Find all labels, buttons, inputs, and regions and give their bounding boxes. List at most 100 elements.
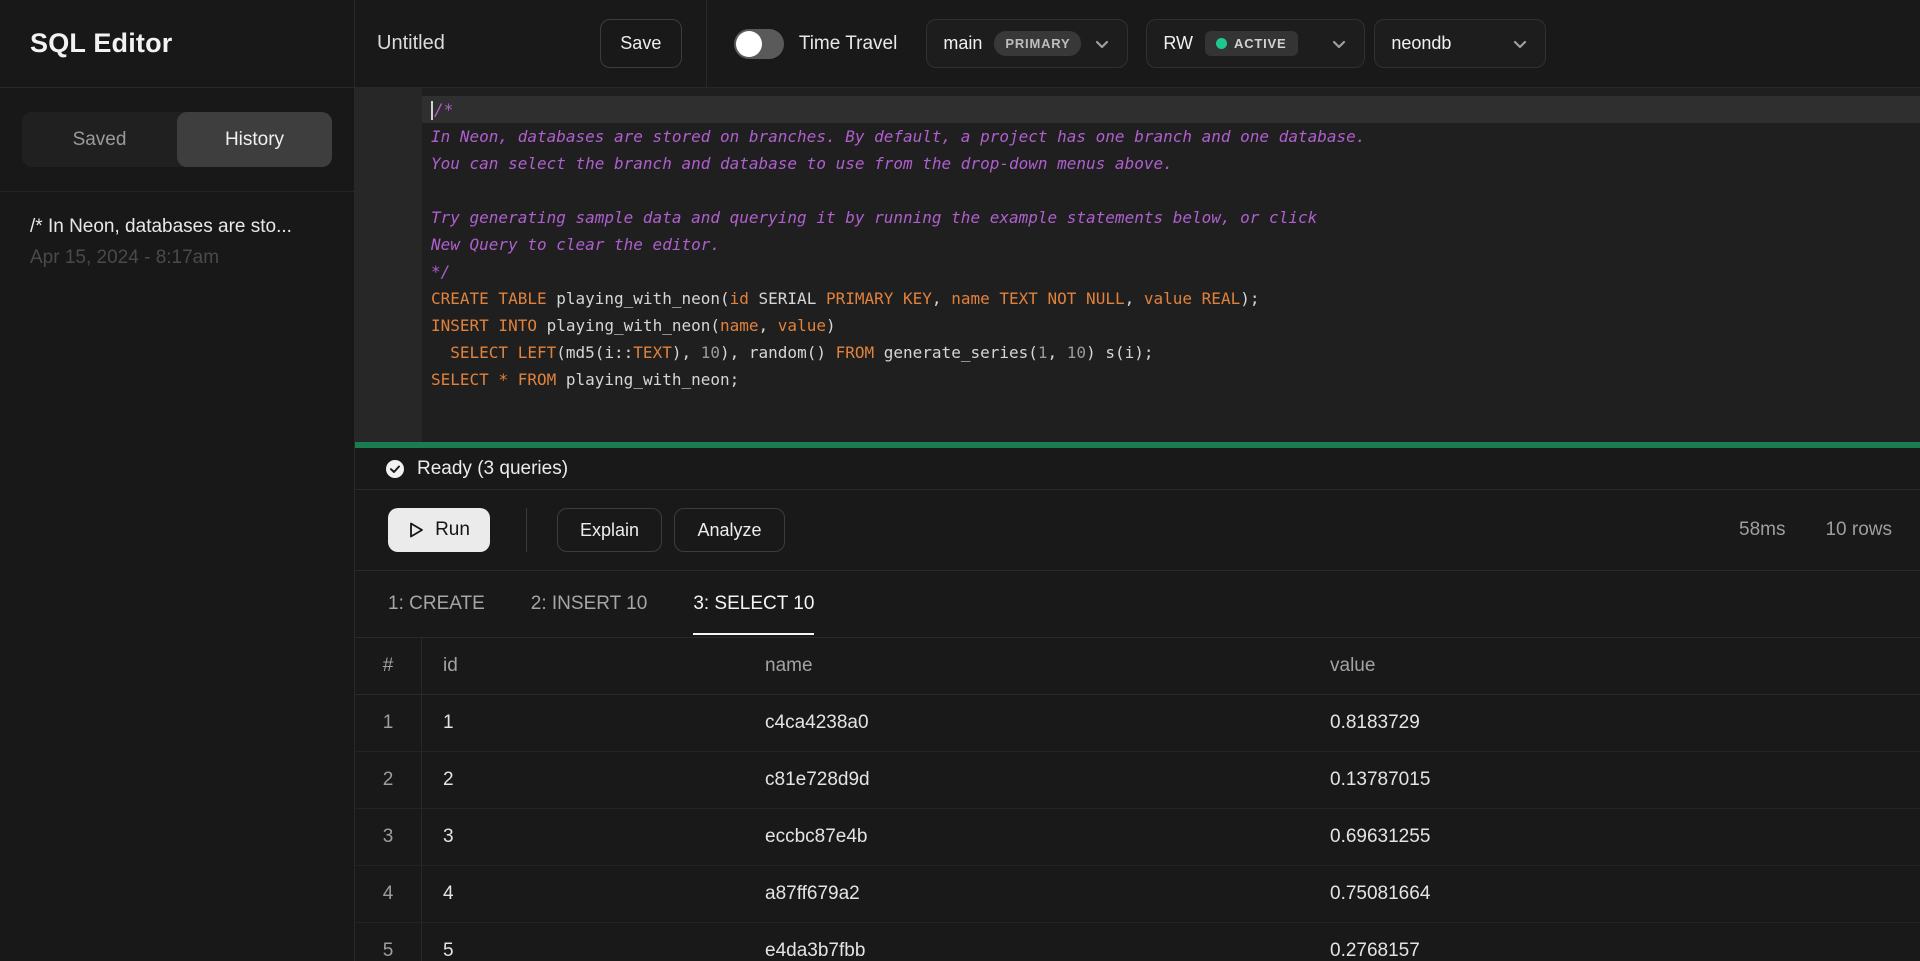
code-text: Try generating sample data and querying … [422,204,1317,231]
table-header-row: #idnamevalue [355,638,1920,695]
table-cell: 5 [355,923,422,961]
editor-gutter [355,88,422,442]
code-text: In Neon, databases are stored on branche… [422,123,1365,150]
results-table: #idnamevalue11c4ca4238a00.818372922c81e7… [355,638,1920,961]
sidebar-header: SQL Editor [0,0,354,88]
table-row: 55e4da3b7fbb0.2768157 [355,923,1920,961]
column-header: # [355,638,422,694]
page-title: SQL Editor [30,28,173,59]
code-line-3[interactable]: 3You can select the branch and database … [355,150,1920,177]
active-status-dot-icon [1216,38,1227,49]
table-cell: 1 [422,712,745,734]
database-name: neondb [1391,33,1451,54]
table-cell: c4ca4238a0 [745,712,1313,734]
status-bar: Ready (3 queries) [355,448,1920,490]
code-text: INSERT INTO playing_with_neon(name, valu… [422,312,836,339]
run-label: Run [435,519,470,541]
status-message: Ready (3 queries) [417,458,568,480]
column-header: name [745,655,1313,677]
run-button[interactable]: Run [388,508,490,552]
table-row: 11c4ca4238a00.8183729 [355,695,1920,752]
branch-primary-badge: PRIMARY [994,31,1081,56]
code-line-5[interactable]: 5Try generating sample data and querying… [355,204,1920,231]
compute-endpoint-dropdown[interactable]: RW ACTIVE [1146,19,1365,68]
sql-code-editor[interactable]: 1/*2In Neon, databases are stored on bra… [355,88,1920,442]
table-row: 22c81e728d9d0.13787015 [355,752,1920,809]
code-line-7[interactable]: 7*/ [355,258,1920,285]
code-line-4[interactable]: 4 [355,177,1920,204]
query-duration: 58ms [1739,519,1785,541]
topbar-divider [706,0,707,87]
saved-history-segmented-control: SavedHistory [22,112,332,167]
table-cell: 4 [422,883,745,905]
endpoint-status-label: ACTIVE [1234,36,1286,51]
history-item-timestamp: Apr 15, 2024 - 8:17am [30,247,324,269]
action-divider [526,508,527,552]
table-cell: a87ff679a2 [745,883,1313,905]
table-cell: 1 [355,695,422,751]
endpoint-status-badge: ACTIVE [1205,31,1297,56]
time-travel-label: Time Travel [799,33,898,55]
table-cell: 2 [422,769,745,791]
history-list: /* In Neon, databases are sto... Apr 15, … [0,192,354,269]
code-text: SELECT LEFT(md5(i::TEXT), 10), random() … [422,339,1154,366]
table-row: 44a87ff679a20.75081664 [355,866,1920,923]
table-cell: 0.69631255 [1313,826,1920,848]
text-cursor [431,101,433,120]
sidebar-tab-history[interactable]: History [177,112,332,167]
toggle-knob-icon [736,31,762,57]
table-cell: c81e728d9d [745,769,1313,791]
code-text: SELECT * FROM playing_with_neon; [422,366,739,393]
result-row-count: 10 rows [1825,519,1892,541]
explain-button[interactable]: Explain [557,508,662,552]
table-cell: 0.13787015 [1313,769,1920,791]
sidebar-tab-saved[interactable]: Saved [22,112,177,167]
save-button[interactable]: Save [600,19,682,68]
database-dropdown[interactable]: neondb [1374,19,1546,68]
time-travel-toggle[interactable] [734,29,784,59]
table-cell: 5 [422,940,745,961]
code-text: /* [422,96,453,123]
topbar: Untitled Save Time Travel main PRIMARY R… [355,0,1920,88]
branch-name: main [943,33,982,54]
result-tab-1-create[interactable]: 1: CREATE [388,571,485,637]
table-cell: 4 [355,866,422,922]
chevron-down-icon [1330,35,1348,53]
result-tabs: 1: CREATE 2: INSERT 10 3: SELECT 10 [355,571,1920,638]
table-cell: eccbc87e4b [745,826,1313,848]
column-header: value [1313,655,1920,677]
history-item[interactable]: /* In Neon, databases are sto... Apr 15, … [0,192,354,269]
table-row: 33eccbc87e4b0.69631255 [355,809,1920,866]
branch-dropdown[interactable]: main PRIMARY [926,19,1128,68]
code-line-9[interactable]: 9INSERT INTO playing_with_neon(name, val… [355,312,1920,339]
play-icon [408,521,425,539]
table-cell: e4da3b7fbb [745,940,1313,961]
chevron-down-icon [1511,35,1529,53]
code-line-6[interactable]: 6New Query to clear the editor. [355,231,1920,258]
code-line-8[interactable]: 8CREATE TABLE playing_with_neon(id SERIA… [355,285,1920,312]
table-cell: 2 [355,752,422,808]
main-panel: Untitled Save Time Travel main PRIMARY R… [355,0,1920,961]
code-line-2[interactable]: 2In Neon, databases are stored on branch… [355,123,1920,150]
column-header: id [422,655,745,677]
code-text: You can select the branch and database t… [422,150,1173,177]
result-tab-3-select-10[interactable]: 3: SELECT 10 [693,571,814,637]
code-text [422,177,431,204]
table-cell: 3 [355,809,422,865]
table-cell: 0.2768157 [1313,940,1920,961]
result-tab-2-insert-10[interactable]: 2: INSERT 10 [531,571,648,637]
execution-stats: 58ms 10 rows [1739,519,1892,541]
code-text: */ [422,258,450,285]
table-cell: 0.75081664 [1313,883,1920,905]
chevron-down-icon [1093,35,1111,53]
action-bar: Run Explain Analyze 58ms 10 rows [355,490,1920,571]
code-line-11[interactable]: 11SELECT * FROM playing_with_neon; [355,366,1920,393]
analyze-button[interactable]: Analyze [674,508,785,552]
code-line-10[interactable]: 10 SELECT LEFT(md5(i::TEXT), 10), random… [355,339,1920,366]
code-line-1[interactable]: 1/* [355,96,1920,123]
editor-lines: 1/*2In Neon, databases are stored on bra… [355,88,1920,393]
history-item-title: /* In Neon, databases are sto... [30,216,324,238]
query-title[interactable]: Untitled [377,32,445,55]
check-circle-icon [385,459,405,479]
sidebar-tabs-wrap: SavedHistory [0,88,354,192]
